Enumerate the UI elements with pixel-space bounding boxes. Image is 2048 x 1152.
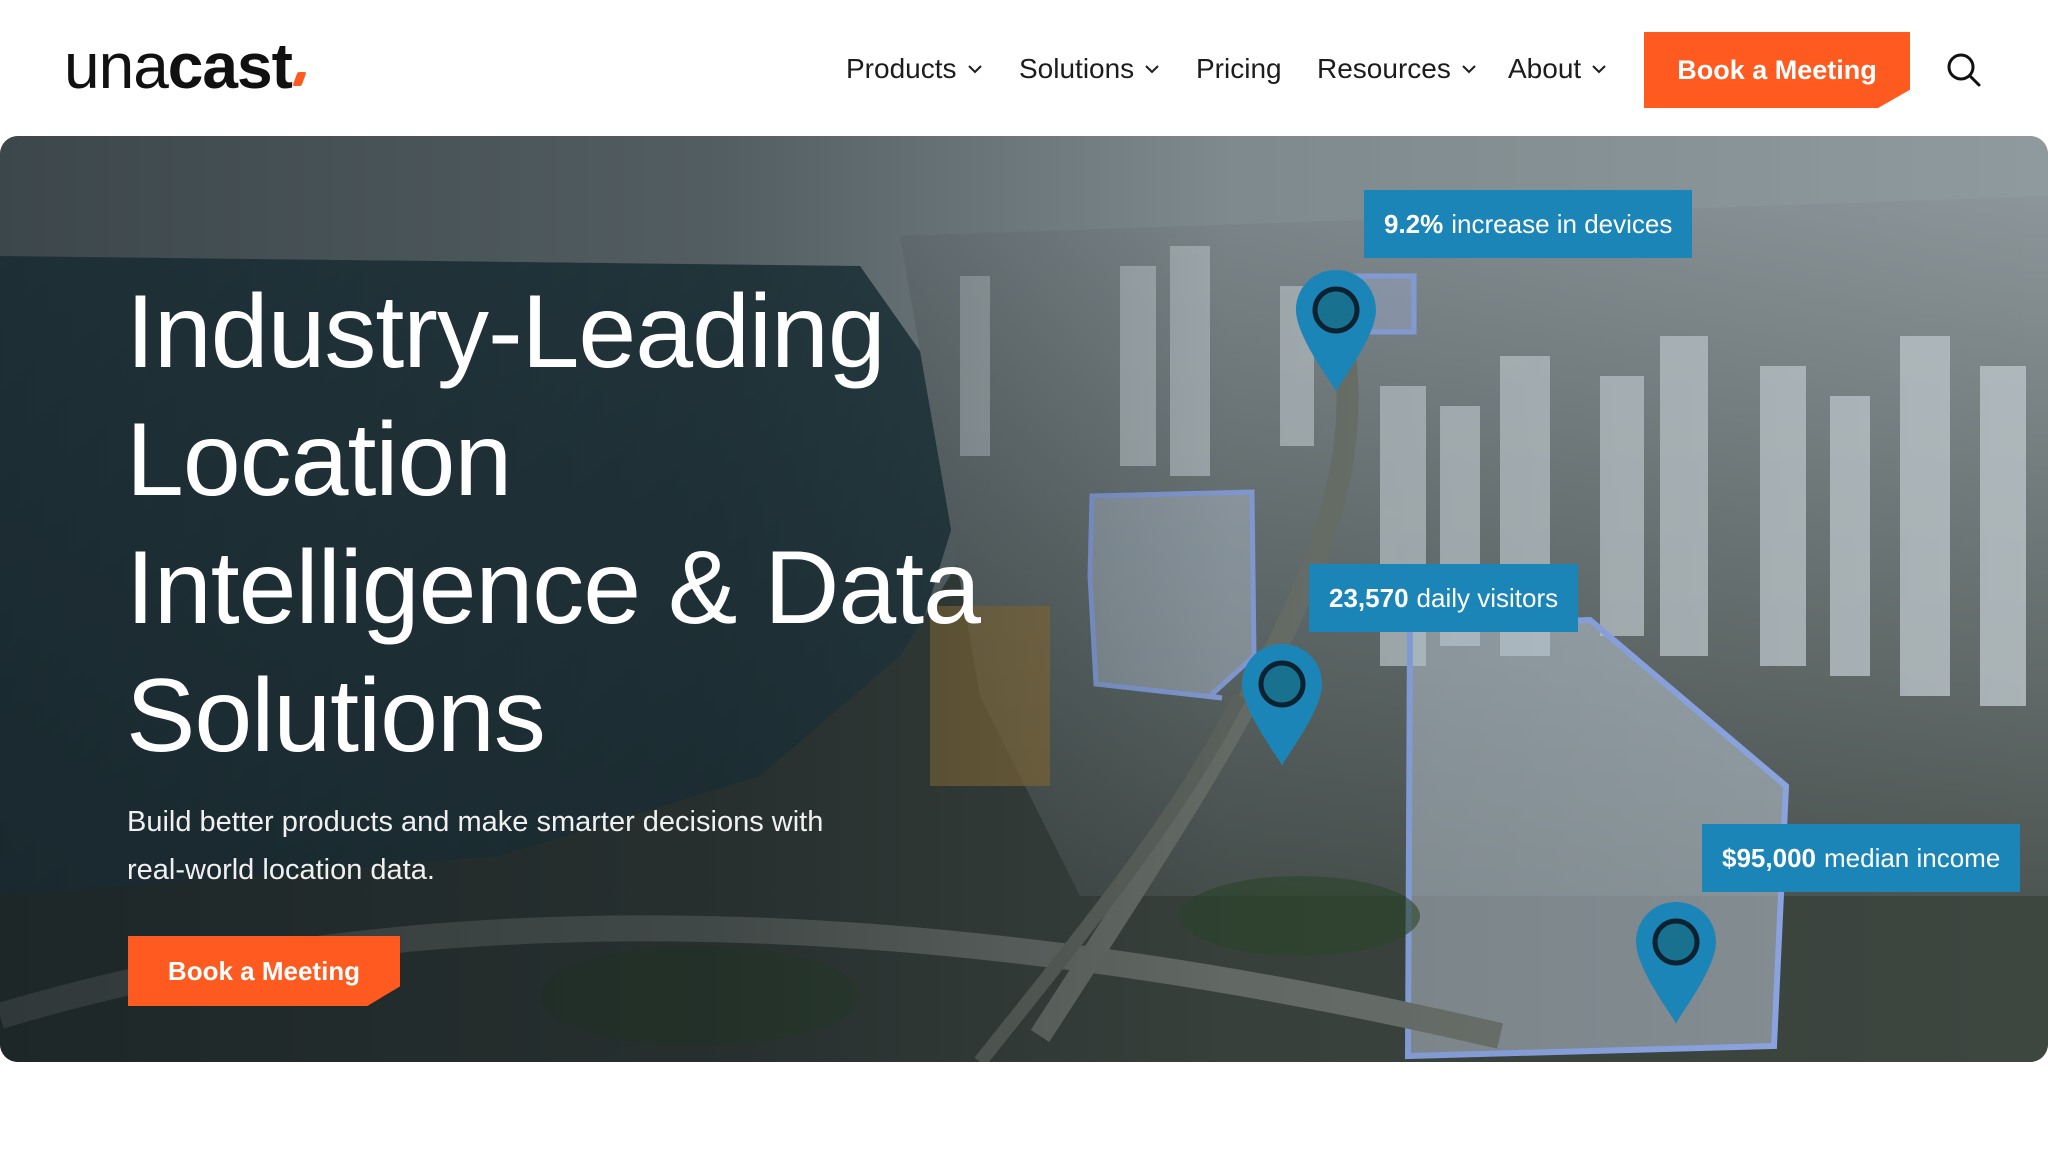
nav-products[interactable]: Products — [846, 44, 985, 94]
hero-title: Industry-Leading Location Intelligence &… — [126, 268, 1006, 780]
hero-section: Industry-Leading Location Intelligence &… — [0, 136, 2048, 1062]
nav-about[interactable]: About — [1508, 44, 1609, 94]
header-book-meeting-label: Book a Meeting — [1677, 54, 1877, 85]
stat-badge-visitors: 23,570 daily visitors — [1309, 564, 1579, 632]
hero-book-meeting-label: Book a Meeting — [167, 955, 361, 986]
hero-subtitle-line: Build better products and make smarter d… — [127, 806, 824, 838]
chevron-down-icon — [1142, 59, 1162, 79]
map-pin-icon — [1294, 268, 1378, 394]
nav-pricing-label: Pricing — [1196, 53, 1282, 84]
hero-title-line: Solutions — [126, 658, 546, 774]
hero-title-line: Industry-Leading — [126, 274, 886, 390]
stat-label: median income — [1823, 842, 2001, 873]
header-book-meeting-button[interactable]: Book a Meeting — [1644, 32, 1910, 108]
nav-resources-label: Resources — [1317, 53, 1451, 84]
stat-label: daily visitors — [1416, 582, 1559, 613]
nav-solutions-label: Solutions — [1019, 53, 1135, 84]
hero-title-line: Location — [126, 402, 512, 518]
hero-title-line: Intelligence & Data — [126, 530, 981, 646]
nav-products-label: Products — [846, 53, 957, 84]
chevron-down-icon — [1589, 59, 1609, 79]
stat-badge-income: $95,000 median income — [1702, 824, 2021, 892]
nav-pricing[interactable]: Pricing — [1196, 44, 1282, 94]
map-pin-icon — [1634, 900, 1718, 1026]
nav-resources[interactable]: Resources — [1317, 44, 1479, 94]
hero-book-meeting-button[interactable]: Book a Meeting — [128, 936, 400, 1006]
chevron-down-icon — [1459, 59, 1479, 79]
site-header: unacast Products Solutions Pricing Resou… — [0, 0, 2048, 136]
map-pin-icon — [1240, 642, 1324, 768]
stat-badge-devices: 9.2% increase in devices — [1364, 190, 1693, 258]
stat-label: increase in devices — [1451, 208, 1673, 239]
stat-value: 9.2% — [1384, 208, 1444, 239]
stat-value: 23,570 — [1329, 582, 1409, 613]
stat-value: $95,000 — [1722, 842, 1816, 873]
hero-subtitle-line: real-world location data. — [127, 854, 435, 886]
nav-solutions[interactable]: Solutions — [1019, 44, 1162, 94]
nav-about-label: About — [1508, 53, 1582, 84]
chevron-down-icon — [965, 59, 985, 79]
hero-subtitle: Build better products and make smarter d… — [127, 798, 987, 894]
search-icon[interactable] — [1944, 50, 1984, 90]
